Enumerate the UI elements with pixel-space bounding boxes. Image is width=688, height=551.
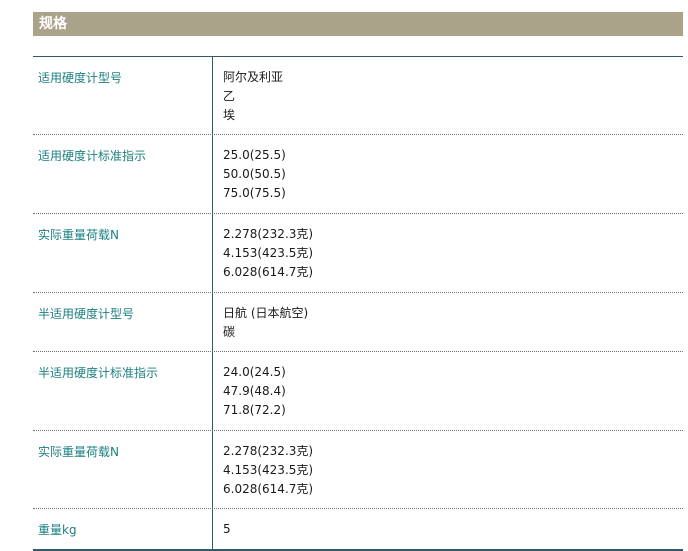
spec-value: 6.028(614.7克)	[223, 265, 314, 279]
section-title: 规格	[39, 16, 67, 32]
spec-row: 适用硬度计型号 阿尔及利亚 乙 埃	[33, 57, 683, 135]
spec-value: 25.0(25.5)	[223, 148, 286, 162]
spec-row: 半适用硬度计标准指示 24.0(24.5) 47.9(48.4) 71.8(72…	[33, 352, 683, 431]
spec-values: 阿尔及利亚 乙 埃	[213, 57, 683, 134]
spec-value: 4.153(423.5克)	[223, 463, 314, 477]
spec-value: 47.9(48.4)	[223, 384, 286, 398]
spec-values: 日航 (日本航空) 碳	[213, 293, 683, 351]
spec-value: 埃	[223, 108, 236, 122]
spec-label: 重量kg	[33, 509, 213, 549]
spec-label: 实际重量荷载N	[33, 214, 213, 292]
spec-label: 半适用硬度计型号	[33, 293, 213, 351]
spec-label: 半适用硬度计标准指示	[33, 352, 213, 430]
spec-row: 实际重量荷载N 2.278(232.3克) 4.153(423.5克) 6.02…	[33, 214, 683, 293]
spec-values: 2.278(232.3克) 4.153(423.5克) 6.028(614.7克…	[213, 431, 683, 508]
spec-value: 6.028(614.7克)	[223, 482, 314, 496]
section-header: 规格	[33, 12, 683, 36]
spec-values: 5	[213, 509, 683, 549]
spec-row: 实际重量荷载N 2.278(232.3克) 4.153(423.5克) 6.02…	[33, 431, 683, 509]
spec-value: 4.153(423.5克)	[223, 246, 314, 260]
spec-row: 适用硬度计标准指示 25.0(25.5) 50.0(50.5) 75.0(75.…	[33, 135, 683, 214]
spec-row: 半适用硬度计型号 日航 (日本航空) 碳	[33, 293, 683, 352]
spec-value: 阿尔及利亚	[223, 70, 284, 84]
spec-label: 适用硬度计标准指示	[33, 135, 213, 213]
specs-table: 适用硬度计型号 阿尔及利亚 乙 埃 适用硬度计标准指示 25.0(25.5) 5…	[33, 56, 683, 551]
spec-value: 2.278(232.3克)	[223, 227, 314, 241]
spec-value: 5	[223, 522, 231, 536]
spec-values: 24.0(24.5) 47.9(48.4) 71.8(72.2)	[213, 352, 683, 430]
spec-label: 实际重量荷载N	[33, 431, 213, 508]
spec-label: 适用硬度计型号	[33, 57, 213, 134]
spec-values: 25.0(25.5) 50.0(50.5) 75.0(75.5)	[213, 135, 683, 213]
spec-row: 重量kg 5	[33, 509, 683, 551]
spec-values: 2.278(232.3克) 4.153(423.5克) 6.028(614.7克…	[213, 214, 683, 292]
spec-value: 75.0(75.5)	[223, 186, 286, 200]
spec-value: 日航 (日本航空)	[223, 306, 309, 320]
spec-value: 乙	[223, 89, 236, 103]
spec-value: 2.278(232.3克)	[223, 444, 314, 458]
spec-value: 71.8(72.2)	[223, 403, 286, 417]
spec-value: 50.0(50.5)	[223, 167, 286, 181]
spec-value: 碳	[223, 325, 236, 339]
spec-value: 24.0(24.5)	[223, 365, 286, 379]
